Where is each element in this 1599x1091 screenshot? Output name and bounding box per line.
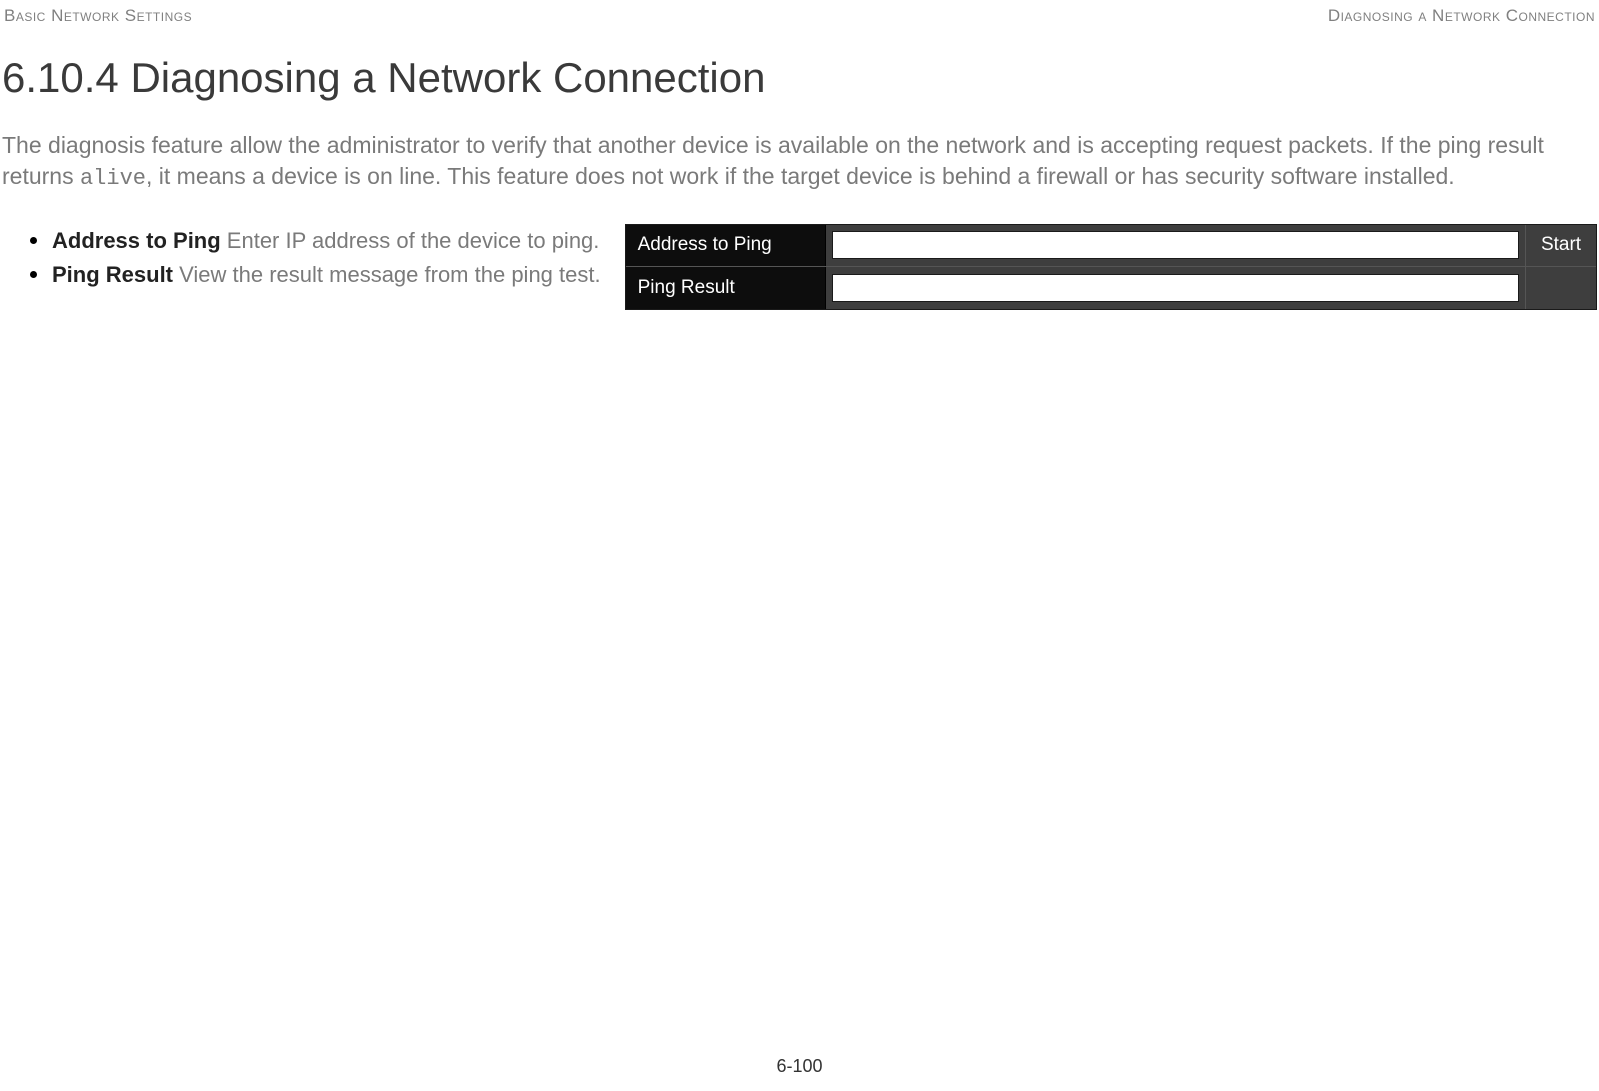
- ping-panel: Address to Ping Start Ping Result: [625, 224, 1597, 310]
- panel-input-cell: [826, 267, 1526, 309]
- field-label: Ping Result: [52, 262, 173, 287]
- ping-result-output: [832, 274, 1519, 302]
- panel-button-cell: Start: [1526, 225, 1596, 266]
- intro-code: alive: [80, 166, 146, 191]
- panel-input-cell: [826, 225, 1526, 266]
- panel-label-result: Ping Result: [626, 267, 826, 309]
- intro-paragraph: The diagnosis feature allow the administ…: [0, 130, 1599, 194]
- header-right: Diagnosing a Network Connection: [1328, 6, 1595, 26]
- list-item: Ping Result View the result message from…: [30, 258, 601, 292]
- panel-spacer: [1526, 267, 1596, 309]
- panel-row-result: Ping Result: [626, 267, 1596, 309]
- page-title: 6.10.4 Diagnosing a Network Connection: [0, 54, 1599, 102]
- start-button[interactable]: Start: [1533, 230, 1589, 260]
- intro-text-2: , it means a device is on line. This fea…: [146, 163, 1455, 189]
- address-to-ping-input[interactable]: [832, 231, 1519, 259]
- panel-row-address: Address to Ping Start: [626, 225, 1596, 267]
- list-item: Address to Ping Enter IP address of the …: [30, 224, 601, 258]
- field-desc: View the result message from the ping te…: [173, 262, 601, 287]
- panel-label-address: Address to Ping: [626, 225, 826, 266]
- field-list: Address to Ping Enter IP address of the …: [2, 224, 601, 292]
- field-label: Address to Ping: [52, 228, 221, 253]
- header-left: Basic Network Settings: [4, 6, 192, 26]
- field-desc: Enter IP address of the device to ping.: [221, 228, 600, 253]
- page-header: Basic Network Settings Diagnosing a Netw…: [0, 0, 1599, 26]
- page-number: 6-100: [0, 1056, 1599, 1077]
